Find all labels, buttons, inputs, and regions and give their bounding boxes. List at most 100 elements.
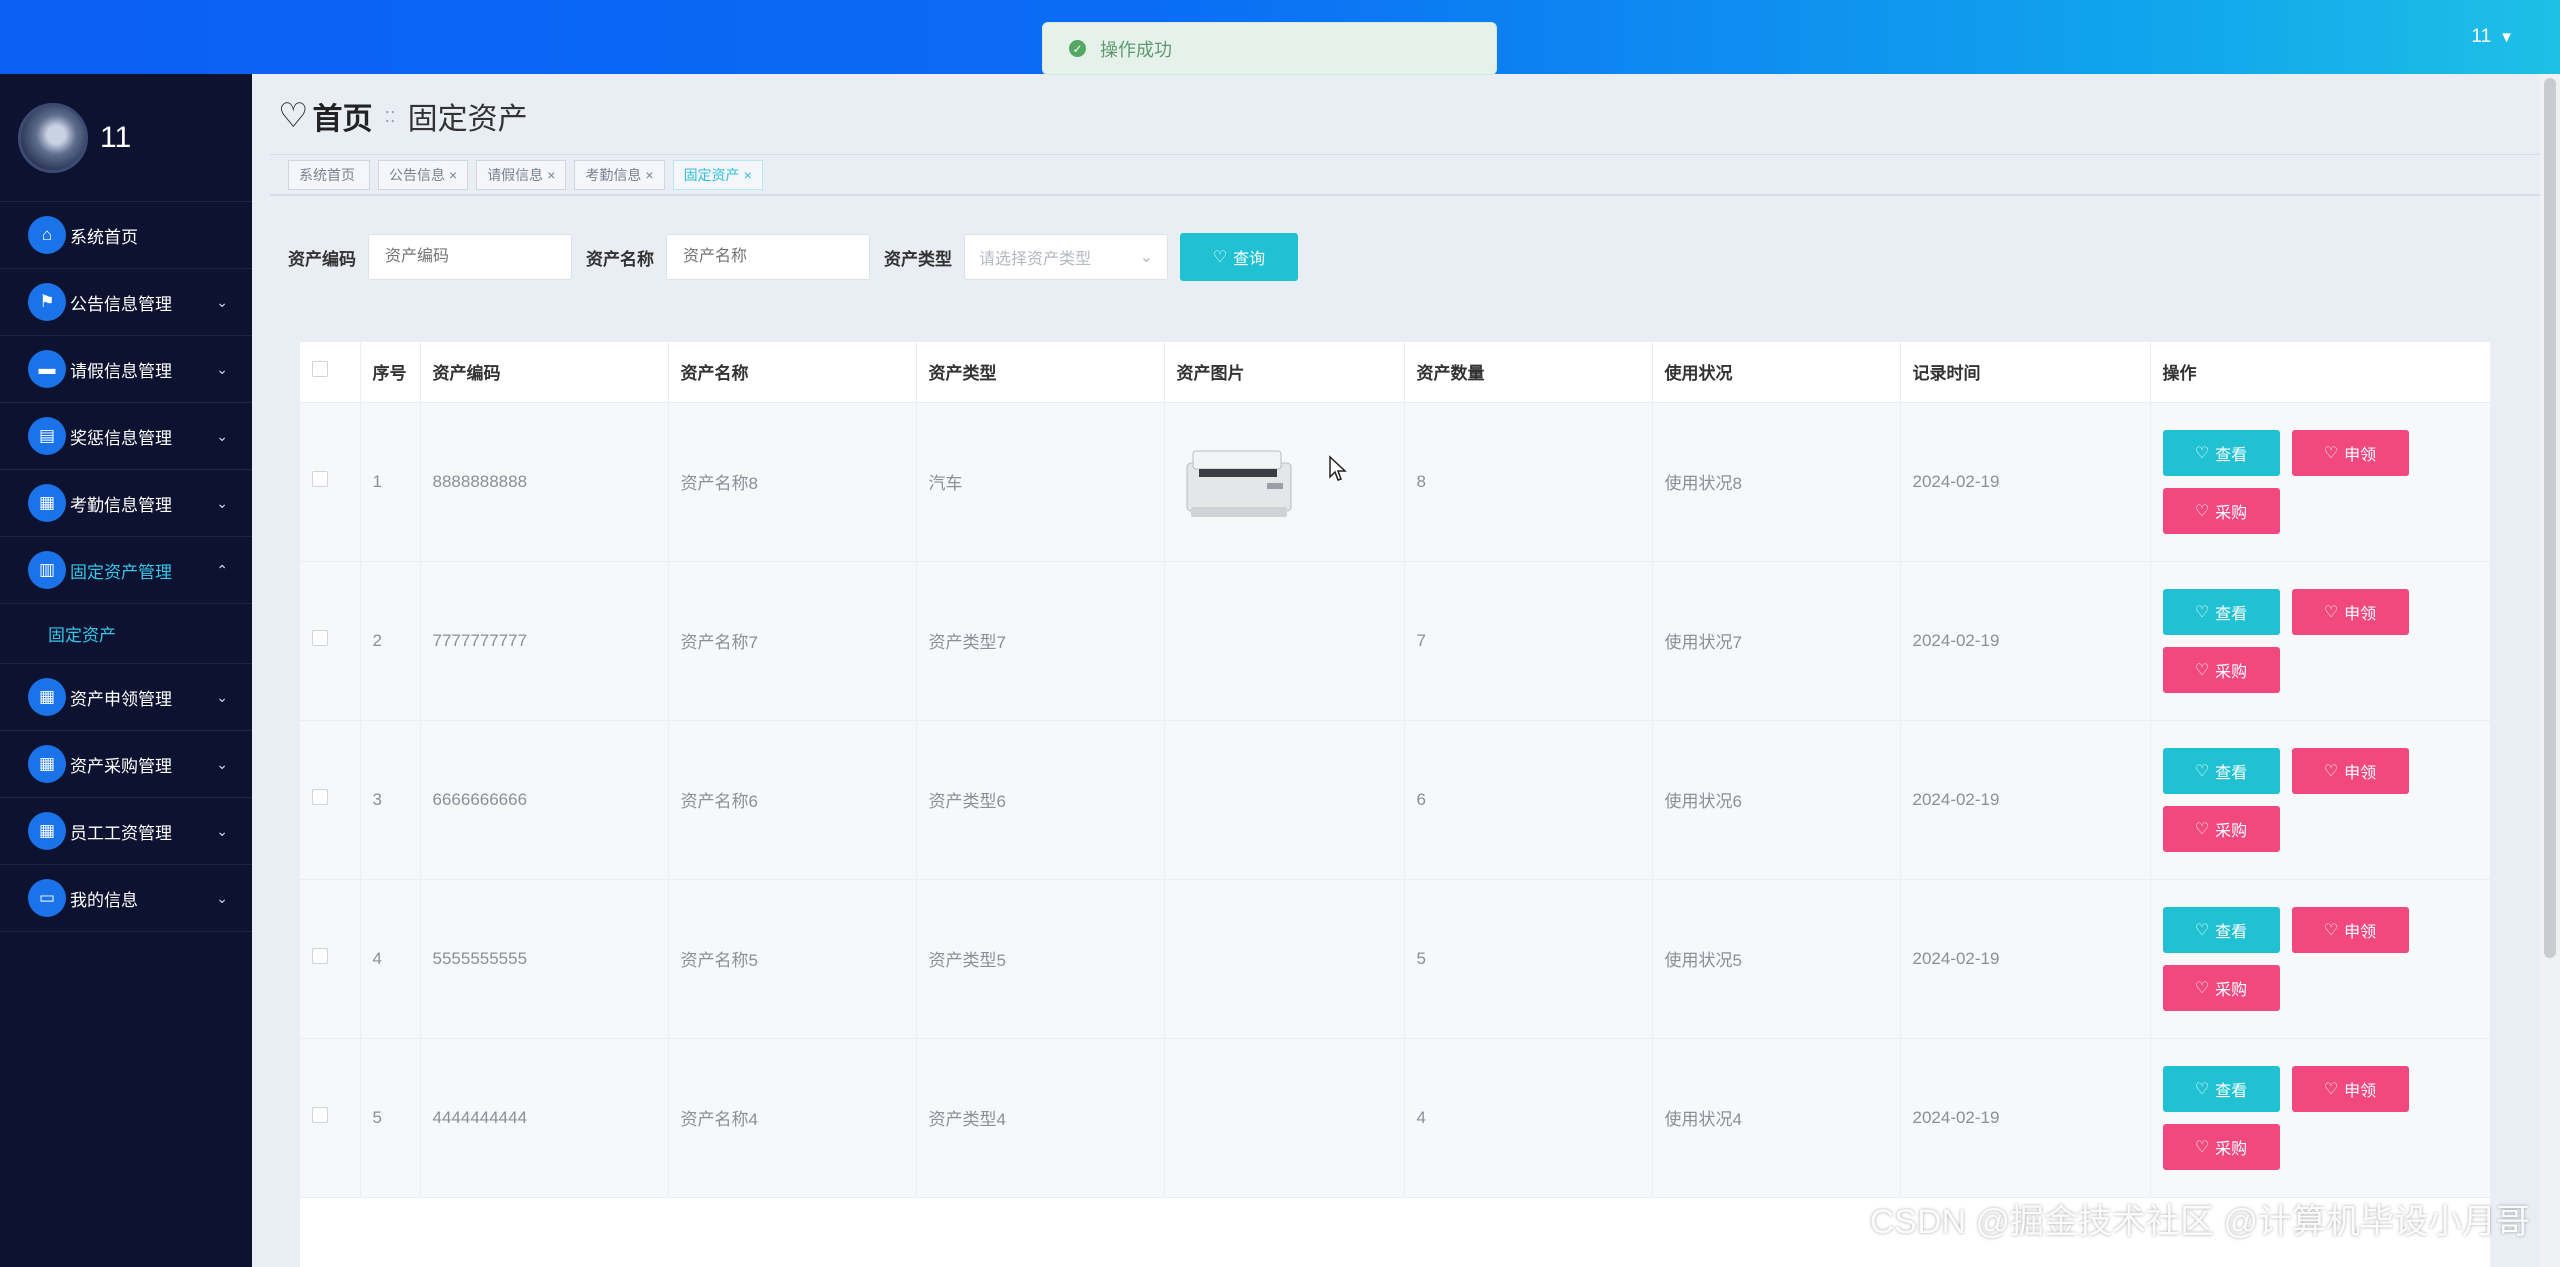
- cell-qty: 7: [1404, 561, 1653, 721]
- cell-name: 资产名称5: [668, 879, 917, 1039]
- sidebar: 11 ⌂ 系统首页 ⚑ 公告信息管理 ⌄ ▬ 请假信息管理 ⌄ ▤ 奖惩信息管理 ⌄ ▦ 考勤信息管理 ⌄…: [0, 74, 252, 1267]
- view-label: 查看: [2215, 605, 2248, 623]
- cell-status: 使用状况6: [1652, 720, 1901, 880]
- cell-qty: 5: [1404, 879, 1653, 1039]
- row-checkbox[interactable]: [312, 789, 328, 805]
- sidebar-item-2[interactable]: ▬ 请假信息管理 ⌄: [0, 336, 252, 403]
- search-form: 资产编码 资产名称 资产类型 请选择资产类型 ⌄ ♡ 查询: [288, 233, 1298, 281]
- column-header: 记录时间: [1900, 342, 2151, 403]
- heart-icon: ♡: [2323, 762, 2339, 780]
- chevron-down-icon: ⌄: [1139, 249, 1153, 266]
- apply-button[interactable]: ♡ 申领: [2291, 429, 2409, 476]
- sidebar-item-7[interactable]: ▦ 资产采购管理 ⌄: [0, 731, 252, 798]
- apply-button[interactable]: ♡ 申领: [2291, 1065, 2409, 1112]
- sidebar-item-8[interactable]: ▦ 员工工资管理 ⌄: [0, 798, 252, 865]
- toast-message: 操作成功: [1100, 39, 1172, 60]
- tab-0[interactable]: 系统首页: [288, 159, 370, 190]
- view-button[interactable]: ♡ 查看: [2162, 429, 2280, 476]
- column-header: 序号: [360, 342, 421, 403]
- sidebar-item-3[interactable]: ▤ 奖惩信息管理 ⌄: [0, 403, 252, 470]
- asset-table: 序号 资产编码 资产名称 资产类型 资产图片 资产数量 使用状况 记录时间 操作 1 888888…: [300, 342, 2490, 1267]
- table-row: 3 6666666666 资产名称6 资产类型6 6 使用状况6 2024-02-19 ♡ 查…: [300, 720, 2490, 880]
- column-header: 资产类型: [916, 342, 1165, 403]
- close-icon[interactable]: ×: [449, 167, 457, 183]
- tab-4[interactable]: 固定资产 ×: [672, 159, 763, 190]
- asset-type-select[interactable]: 请选择资产类型 ⌄: [964, 234, 1168, 280]
- sidebar-item-6[interactable]: ▦ 资产申领管理 ⌄: [0, 664, 252, 731]
- heart-icon: ♡: [278, 97, 309, 135]
- chevron-icon: ⌃: [216, 561, 228, 578]
- cell-type: 资产类型5: [916, 879, 1165, 1039]
- heart-icon: ♡: [2194, 762, 2210, 780]
- table-row: 5 4444444444 资产名称4 资产类型4 4 使用状况4 2024-02-19 ♡ 查…: [300, 1038, 2490, 1198]
- breadcrumb-separator: ::: [384, 104, 396, 127]
- sidebar-item-4[interactable]: ▦ 考勤信息管理 ⌄: [0, 470, 252, 537]
- purchase-button[interactable]: ♡ 采购: [2162, 646, 2280, 693]
- sidebar-item-5[interactable]: ▥ 固定资产管理 ⌃: [0, 537, 252, 604]
- table-row: 2 7777777777 资产名称7 资产类型7 7 使用状况7 2024-02-19 ♡ 查…: [300, 561, 2490, 721]
- apply-button[interactable]: ♡ 申领: [2291, 588, 2409, 635]
- home-icon: ⌂: [28, 216, 66, 254]
- asset-code-input[interactable]: [368, 234, 572, 280]
- heart-icon: ♡: [2194, 661, 2210, 679]
- chevron-icon: ⌄: [216, 889, 228, 906]
- grid-icon: ▦: [28, 812, 66, 850]
- grid-icon: ▦: [28, 678, 66, 716]
- breadcrumb-home[interactable]: 首页: [312, 94, 372, 138]
- purchase-button[interactable]: ♡ 采购: [2162, 1123, 2280, 1170]
- chevron-icon: ⌄: [216, 755, 228, 772]
- cell-status: 使用状况4: [1652, 1038, 1901, 1198]
- close-icon[interactable]: ×: [645, 167, 653, 183]
- view-label: 查看: [2215, 923, 2248, 941]
- cell-image: [1164, 561, 1405, 721]
- apply-button[interactable]: ♡ 申领: [2291, 747, 2409, 794]
- cell-image: [1164, 1038, 1405, 1198]
- cell-actions: ♡ 查看 ♡ 申领 ♡ 采购: [2150, 879, 2490, 1039]
- row-checkbox[interactable]: [312, 948, 328, 964]
- view-label: 查看: [2215, 446, 2248, 464]
- sidebar-username: 11: [100, 120, 132, 154]
- purchase-button[interactable]: ♡ 采购: [2162, 964, 2280, 1011]
- view-button[interactable]: ♡ 查看: [2162, 1065, 2280, 1112]
- heart-icon: ♡: [2194, 1080, 2210, 1098]
- row-checkbox[interactable]: [312, 1107, 328, 1123]
- cell-qty: 6: [1404, 720, 1653, 880]
- purchase-button[interactable]: ♡ 采购: [2162, 805, 2280, 852]
- asset-name-label: 资产名称: [586, 249, 654, 269]
- view-button[interactable]: ♡ 查看: [2162, 588, 2280, 635]
- sidebar-item-label: 资产申领管理: [70, 689, 172, 709]
- tab-1[interactable]: 公告信息 ×: [378, 159, 469, 190]
- sidebar-item-0[interactable]: ⌂ 系统首页: [0, 202, 252, 269]
- row-checkbox[interactable]: [312, 471, 328, 487]
- apply-button[interactable]: ♡ 申领: [2291, 906, 2409, 953]
- sidebar-item-9[interactable]: ▭ 我的信息 ⌄: [0, 865, 252, 932]
- cell-code: 8888888888: [420, 402, 669, 562]
- sidebar-item-label: 我的信息: [70, 890, 138, 910]
- page-scrollbar[interactable]: [2540, 74, 2560, 1267]
- cell-no: 2: [360, 561, 421, 721]
- view-button[interactable]: ♡ 查看: [2162, 906, 2280, 953]
- view-label: 查看: [2215, 1082, 2248, 1100]
- sidebar-item-label: 系统首页: [70, 227, 138, 247]
- sidebar-item-1[interactable]: ⚑ 公告信息管理 ⌄: [0, 269, 252, 336]
- chevron-icon: ⌄: [216, 360, 228, 377]
- sidebar-subitem-fixed-assets[interactable]: 固定资产: [0, 604, 252, 664]
- heart-icon: ♡: [2323, 444, 2339, 462]
- row-checkbox[interactable]: [312, 630, 328, 646]
- view-button[interactable]: ♡ 查看: [2162, 747, 2280, 794]
- select-all-checkbox[interactable]: [312, 361, 328, 378]
- column-header: 操作: [2150, 342, 2490, 403]
- tab-3[interactable]: 考勤信息 ×: [574, 159, 665, 190]
- cell-name: 资产名称8: [668, 402, 917, 562]
- scrollbar-thumb[interactable]: [2544, 78, 2556, 958]
- query-button[interactable]: ♡ 查询: [1180, 233, 1298, 281]
- tab-2[interactable]: 请假信息 ×: [476, 159, 567, 190]
- purchase-button[interactable]: ♡ 采购: [2162, 487, 2280, 534]
- close-icon[interactable]: ×: [547, 167, 555, 183]
- asset-name-input[interactable]: [666, 234, 870, 280]
- user-menu[interactable]: 11 ▼: [2471, 26, 2514, 48]
- avatar[interactable]: [18, 102, 88, 173]
- heart-icon: ♡: [2194, 502, 2210, 520]
- close-icon[interactable]: ×: [744, 167, 752, 183]
- select-all-cell: [300, 342, 361, 403]
